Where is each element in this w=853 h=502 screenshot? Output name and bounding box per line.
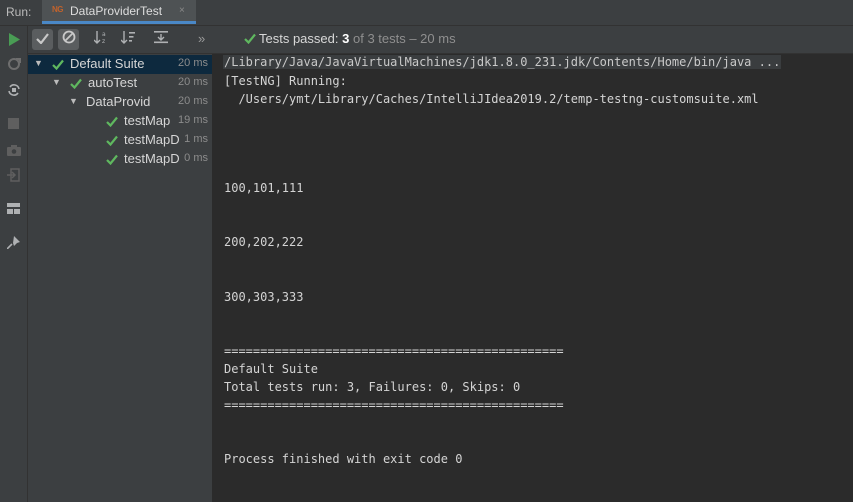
close-icon[interactable]: × [179, 5, 185, 16]
console-line: Default Suite [224, 362, 318, 376]
tree-item-label: Default Suite [70, 56, 145, 71]
tree-item-label: testMapD [124, 132, 180, 147]
console-line: 300,303,333 [224, 290, 304, 304]
tree-item-label: testMapD [124, 151, 180, 166]
status-prefix: Tests passed: [259, 31, 339, 46]
pass-check-icon [106, 152, 118, 170]
test-tree: ▼ Default Suite 20 ms ▼ autoTest 20 ms ▼… [28, 54, 213, 502]
svg-text:a: a [102, 31, 106, 38]
tree-row-testmap[interactable]: testMap 19 ms [28, 112, 212, 131]
expand-arrow-icon[interactable]: ▼ [69, 96, 78, 106]
test-toolbar: az » Tests passed: 3 of 3 tests – 20 ms [28, 26, 853, 54]
pass-check-icon [52, 57, 64, 75]
exit-icon[interactable] [0, 165, 27, 185]
stop-icon[interactable] [0, 113, 27, 133]
console-line: Total tests run: 3, Failures: 0, Skips: … [224, 380, 521, 394]
expand-arrow-icon[interactable]: ▼ [52, 77, 61, 87]
tree-item-time: 20 ms [178, 95, 208, 107]
tree-item-time: 20 ms [178, 76, 208, 88]
tree-item-label: DataProvid [86, 94, 151, 109]
console-separator: ========================================… [224, 344, 564, 358]
console-line: [TestNG] Running: [224, 74, 347, 88]
sort-alphabetically-button[interactable]: az [91, 29, 112, 50]
sort-by-duration-icon [120, 30, 136, 49]
test-status: Tests passed: 3 of 3 tests – 20 ms [244, 31, 456, 47]
sort-by-duration-button[interactable] [118, 29, 139, 50]
tree-row-testmapd-1[interactable]: testMapD 1 ms [28, 131, 212, 150]
pin-icon[interactable] [0, 232, 27, 252]
tree-item-label: autoTest [88, 75, 138, 90]
tab-title: DataProviderTest [70, 4, 163, 18]
ignored-icon [62, 30, 76, 49]
expand-all-button[interactable] [150, 29, 171, 50]
pass-check-icon [244, 32, 256, 47]
console-line: 200,202,222 [224, 235, 304, 249]
expand-all-icon [153, 30, 168, 49]
show-ignored-button[interactable] [58, 29, 79, 50]
status-passed-count: 3 [342, 31, 350, 46]
tree-item-time: 20 ms [178, 57, 208, 69]
show-passed-button[interactable] [32, 29, 53, 50]
run-label: Run: [6, 5, 32, 19]
tree-row-testmapd-2[interactable]: testMapD 0 ms [28, 150, 212, 169]
tree-item-time: 0 ms [184, 152, 208, 164]
console-line: 100,101,111 [224, 181, 304, 195]
checkmark-icon [36, 31, 49, 49]
run-tool-window-header: Run: NG DataProviderTest × [0, 0, 853, 26]
console-separator: ========================================… [224, 398, 564, 412]
testng-icon: NG [52, 5, 64, 14]
pass-check-icon [70, 76, 82, 94]
expand-arrow-icon[interactable]: ▼ [34, 58, 43, 68]
console-command-line[interactable]: /Library/Java/JavaVirtualMachines/jdk1.8… [223, 55, 782, 69]
layout-icon[interactable] [0, 198, 27, 218]
tree-item-time: 1 ms [184, 133, 208, 145]
tab-dataprovidertest[interactable]: NG DataProviderTest × [42, 0, 196, 24]
tree-row-dataprovidertest[interactable]: ▼ DataProvid 20 ms [28, 93, 212, 112]
pass-check-icon [106, 114, 118, 132]
more-chevron-icon[interactable]: » [198, 31, 205, 46]
tree-item-label: testMap [124, 113, 171, 128]
console-line: /Users/ymt/Library/Caches/IntelliJIdea20… [224, 92, 759, 106]
left-toolbar [0, 26, 28, 502]
tree-row-default-suite[interactable]: ▼ Default Suite 20 ms [28, 55, 212, 74]
sort-alphabetically-icon: az [93, 30, 109, 49]
tree-item-time: 19 ms [178, 114, 208, 126]
status-rest: of 3 tests – 20 ms [352, 31, 456, 46]
rerun-icon[interactable] [0, 29, 27, 49]
toggle-auto-test-icon[interactable] [0, 80, 27, 100]
console-output[interactable]: /Library/Java/JavaVirtualMachines/jdk1.8… [213, 54, 853, 502]
svg-text:z: z [102, 38, 105, 44]
rerun-failed-icon[interactable] [0, 54, 27, 74]
console-line: Process finished with exit code 0 [224, 452, 463, 466]
screenshot-icon[interactable] [0, 140, 27, 160]
tree-row-autotest[interactable]: ▼ autoTest 20 ms [28, 74, 212, 93]
pass-check-icon [106, 133, 118, 151]
